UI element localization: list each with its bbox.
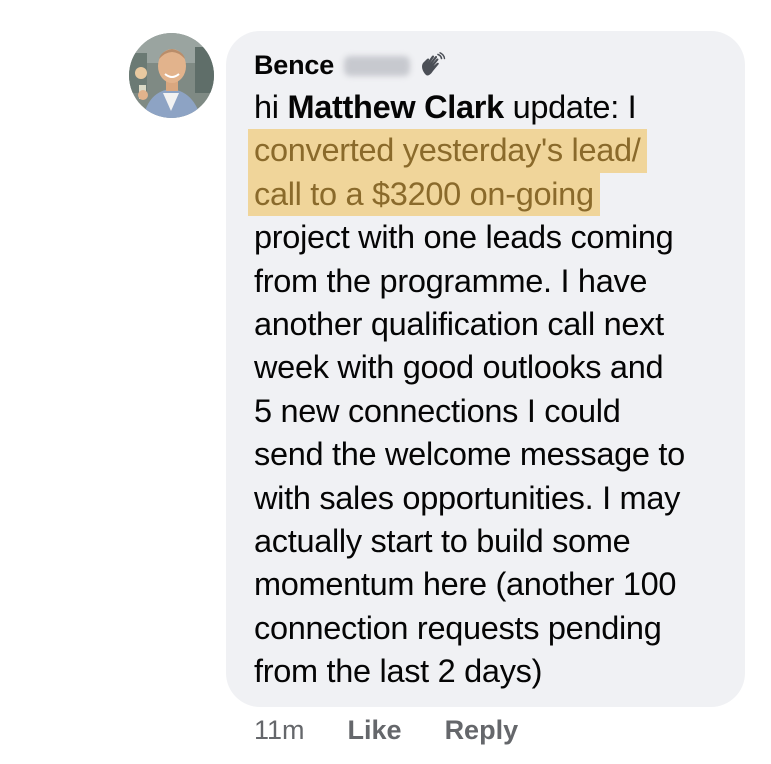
author-surname-blurred bbox=[344, 56, 411, 76]
avatar[interactable] bbox=[129, 33, 214, 118]
mention-link[interactable]: Matthew Clark bbox=[287, 89, 504, 125]
comment-line: connection requests pending bbox=[254, 609, 662, 646]
comment-page: Bence hi Matthew Clark update: I convert… bbox=[0, 0, 771, 764]
highlighted-text: converted yesterday's lead/ bbox=[248, 129, 647, 173]
comment-text-segment: hi bbox=[254, 89, 288, 125]
comment-line: actually start to build some bbox=[254, 522, 631, 559]
comment-line: another qualification call next bbox=[254, 305, 664, 342]
comment-timestamp[interactable]: 11m bbox=[254, 715, 305, 746]
highlighted-text: call to a $3200 on-going bbox=[248, 172, 600, 217]
comment-line: from the programme. I have bbox=[254, 262, 648, 299]
comment-line: from the last 2 days) bbox=[254, 653, 543, 690]
comment-line-highlighted: call to a $3200 on-going bbox=[248, 172, 734, 217]
comment-line: momentum here (another 100 bbox=[254, 566, 677, 603]
like-button[interactable]: Like bbox=[348, 715, 402, 746]
comment-line: send the welcome message to bbox=[254, 436, 685, 473]
comment-line: week with good outlooks and bbox=[254, 349, 664, 386]
comment-line: project with one leads coming bbox=[254, 219, 674, 256]
comment-author: Bence bbox=[254, 46, 446, 84]
comment-line: with sales opportunities. I may bbox=[254, 479, 681, 516]
comment-actions: 11m Like Reply bbox=[254, 708, 518, 752]
comment-line-highlighted: converted yesterday's lead/ bbox=[248, 129, 734, 173]
author-name[interactable]: Bence bbox=[254, 50, 334, 81]
profile-photo bbox=[129, 33, 214, 118]
reply-button[interactable]: Reply bbox=[445, 715, 519, 746]
comment-text: hi Matthew Clark update: I converted yes… bbox=[248, 86, 734, 693]
waving-hand-icon bbox=[418, 51, 446, 79]
comment-line: 5 new connections I could bbox=[254, 392, 621, 429]
comment-line: hi Matthew Clark update: I bbox=[254, 86, 734, 129]
comment-text-segment: update: I bbox=[503, 89, 637, 125]
